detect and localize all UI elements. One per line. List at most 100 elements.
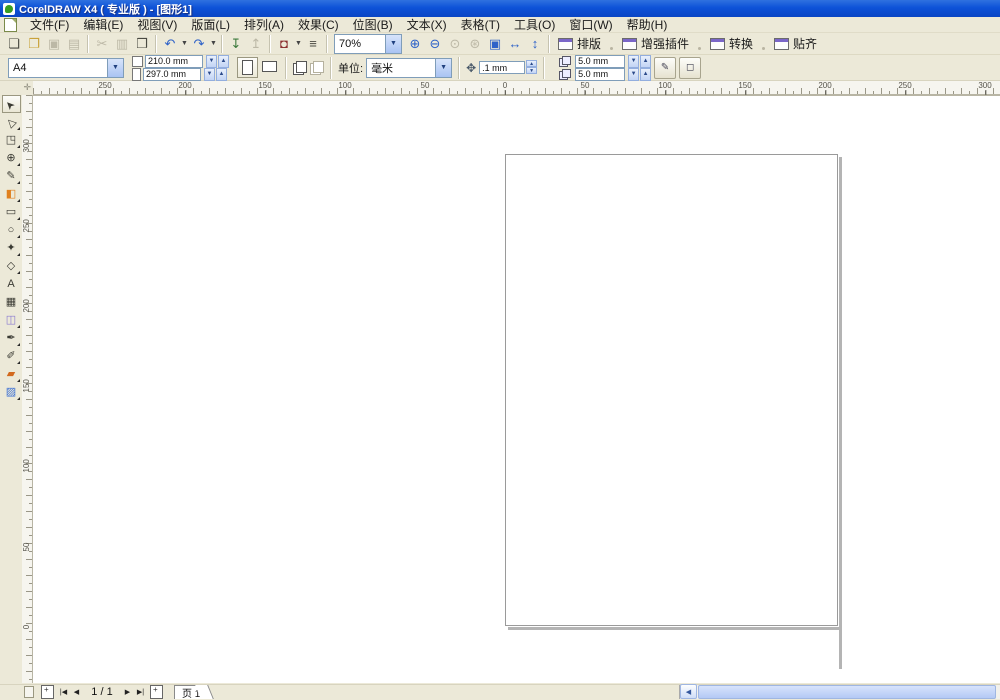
dropdown-arrow-icon[interactable]: ▼ <box>180 34 189 54</box>
menu-item-3[interactable]: 版面(L) <box>184 15 237 34</box>
scrollbar-thumb[interactable] <box>698 685 996 699</box>
nudge-offset-input[interactable]: .1 mm <box>479 61 525 74</box>
duplicate-y-input[interactable]: 5.0 mm <box>575 68 625 81</box>
table-tool-icon: ▦ <box>6 297 16 308</box>
nudge-offset-spinner[interactable]: ▲▼ <box>526 60 537 75</box>
basic-shapes-tool[interactable]: ◇ <box>2 257 21 275</box>
zoom-out-button[interactable]: ⊖ <box>425 34 445 54</box>
chevron-down-icon[interactable]: ▼ <box>435 59 451 77</box>
chevron-down-icon[interactable]: ▼ <box>107 59 123 77</box>
zoom-in-button[interactable]: ⊕ <box>405 34 425 54</box>
text-tool[interactable]: A <box>2 275 21 293</box>
fill-tool[interactable]: ▰ <box>2 365 21 383</box>
plugins-button[interactable]: 增强插件 <box>617 34 694 54</box>
open-folder-button[interactable]: ❐ <box>24 34 44 54</box>
blend-tool[interactable]: ◫ <box>2 311 21 329</box>
paper-height-input[interactable]: 297.0 mm <box>143 68 201 81</box>
next-page-button[interactable]: ▶ <box>121 686 134 698</box>
polygon-tool[interactable]: ✦ <box>2 239 21 257</box>
paper-width-input[interactable]: 210.0 mm <box>145 55 203 68</box>
menu-item-7[interactable]: 文本(X) <box>400 15 454 34</box>
last-page-button[interactable]: ▶| <box>134 686 147 698</box>
application-launcher-button[interactable]: ◘ <box>274 34 294 54</box>
zoom-level-select[interactable]: 70%▼ <box>334 34 402 54</box>
zoom-to-height-button[interactable]: ↕ <box>525 34 545 54</box>
toolbar-grip <box>762 47 765 50</box>
duplicate-y-spinner[interactable]: ▼▲ <box>627 68 651 81</box>
dropdown-arrow-icon[interactable]: ▼ <box>209 34 218 54</box>
paste-button[interactable]: ❒ <box>132 34 152 54</box>
draw-complex-objects-button[interactable]: ◻ <box>679 57 701 79</box>
add-page-button-right[interactable] <box>150 685 163 699</box>
all-pages-layout-button[interactable] <box>293 61 307 74</box>
page-a4[interactable] <box>505 154 838 626</box>
menu-item-11[interactable]: 帮助(H) <box>620 15 675 34</box>
duplicate-x-spinner[interactable]: ▼▲ <box>627 55 651 68</box>
interactive-fill-tool[interactable]: ▨ <box>2 383 21 401</box>
menu-item-4[interactable]: 排列(A) <box>237 15 291 34</box>
shape-tool[interactable]: ▷ <box>2 113 21 131</box>
document-icon[interactable] <box>4 18 17 32</box>
menu-item-1[interactable]: 编辑(E) <box>76 15 130 34</box>
menu-item-5[interactable]: 效果(C) <box>291 15 346 34</box>
crop-tool[interactable]: ◳ <box>2 131 21 149</box>
snap-button[interactable]: 贴齐 <box>769 34 822 54</box>
units-select[interactable]: 毫米 ▼ <box>366 58 452 78</box>
ruler-origin-icon[interactable]: ✛ <box>23 82 31 93</box>
outline-pen-tool[interactable]: ✐ <box>2 347 21 365</box>
outline-pen-tool-icon: ✐ <box>6 351 15 362</box>
pick-tool[interactable]: ➤ <box>2 95 21 113</box>
menu-item-6[interactable]: 位图(B) <box>346 15 400 34</box>
rectangle-tool[interactable]: ▭ <box>2 203 21 221</box>
import-button[interactable]: ↧ <box>226 34 246 54</box>
scroll-left-button[interactable]: ◀ <box>680 684 697 699</box>
duplicate-y-icon <box>559 69 571 80</box>
dropdown-arrow-icon[interactable]: ▼ <box>294 34 303 54</box>
blend-tool-icon: ◫ <box>6 315 16 326</box>
typeset-button[interactable]: 排版 <box>553 34 606 54</box>
undo-button[interactable]: ↶ <box>160 34 180 54</box>
vertical-ruler[interactable]: 300250200150100500 <box>22 95 33 683</box>
paper-height-spinner[interactable]: ▼▲ <box>203 68 227 81</box>
zoom-tool[interactable]: ⊕ <box>2 149 21 167</box>
menu-item-10[interactable]: 窗口(W) <box>562 15 619 34</box>
first-page-button[interactable]: |◀ <box>57 686 70 698</box>
table-tool[interactable]: ▦ <box>2 293 21 311</box>
redo-button[interactable]: ↷ <box>189 34 209 54</box>
previous-page-button[interactable]: ◀ <box>70 686 83 698</box>
landscape-button[interactable] <box>260 57 279 76</box>
menu-item-2[interactable]: 视图(V) <box>130 15 184 34</box>
paper-type-select[interactable]: A4 ▼ <box>8 58 124 78</box>
menu-item-9[interactable]: 工具(O) <box>507 15 562 34</box>
ellipse-tool[interactable]: ○ <box>2 221 21 239</box>
menu-item-0[interactable]: 文件(F) <box>23 15 76 34</box>
current-page-layout-button[interactable] <box>310 61 324 74</box>
convert-label: 转换 <box>729 35 753 52</box>
menu-item-8[interactable]: 表格(T) <box>454 15 507 34</box>
portrait-icon <box>242 60 253 75</box>
drawing-canvas[interactable] <box>33 95 1000 683</box>
freehand-tool[interactable]: ✎ <box>2 167 21 185</box>
page-tab[interactable]: 页 1 <box>174 685 204 699</box>
portrait-button[interactable] <box>237 57 258 78</box>
plugins-label: 增强插件 <box>641 35 689 52</box>
ruler-label: 150 <box>738 81 751 90</box>
duplicate-x-input[interactable]: 5.0 mm <box>575 55 625 68</box>
add-page-button-left[interactable] <box>41 685 54 699</box>
new-document-button[interactable]: ❏ <box>4 34 24 54</box>
horizontal-ruler[interactable]: 25020015010050050100150200250300 <box>33 81 1000 95</box>
snap-label: 贴齐 <box>793 35 817 52</box>
zoom-to-page-button[interactable]: ▣ <box>485 34 505 54</box>
toolbar-separator <box>548 35 550 53</box>
copy-button: ▥ <box>112 34 132 54</box>
zoom-to-width-button[interactable]: ↔ <box>505 34 525 54</box>
toolbox: ➤▷◳⊕✎◧▭○✦◇A ▦ ◫ ✒ ✐ ▰▨ <box>0 95 22 683</box>
treat-as-filled-button[interactable]: ✎ <box>654 57 676 79</box>
horizontal-scrollbar[interactable]: ◀ <box>679 685 1000 699</box>
options-button[interactable]: ≡ <box>303 34 323 54</box>
smart-fill-tool[interactable]: ◧ <box>2 185 21 203</box>
chevron-down-icon[interactable]: ▼ <box>385 35 401 53</box>
paper-width-spinner[interactable]: ▼▲ <box>205 55 229 68</box>
convert-button[interactable]: 转换 <box>705 34 758 54</box>
eyedropper-tool[interactable]: ✒ <box>2 329 21 347</box>
